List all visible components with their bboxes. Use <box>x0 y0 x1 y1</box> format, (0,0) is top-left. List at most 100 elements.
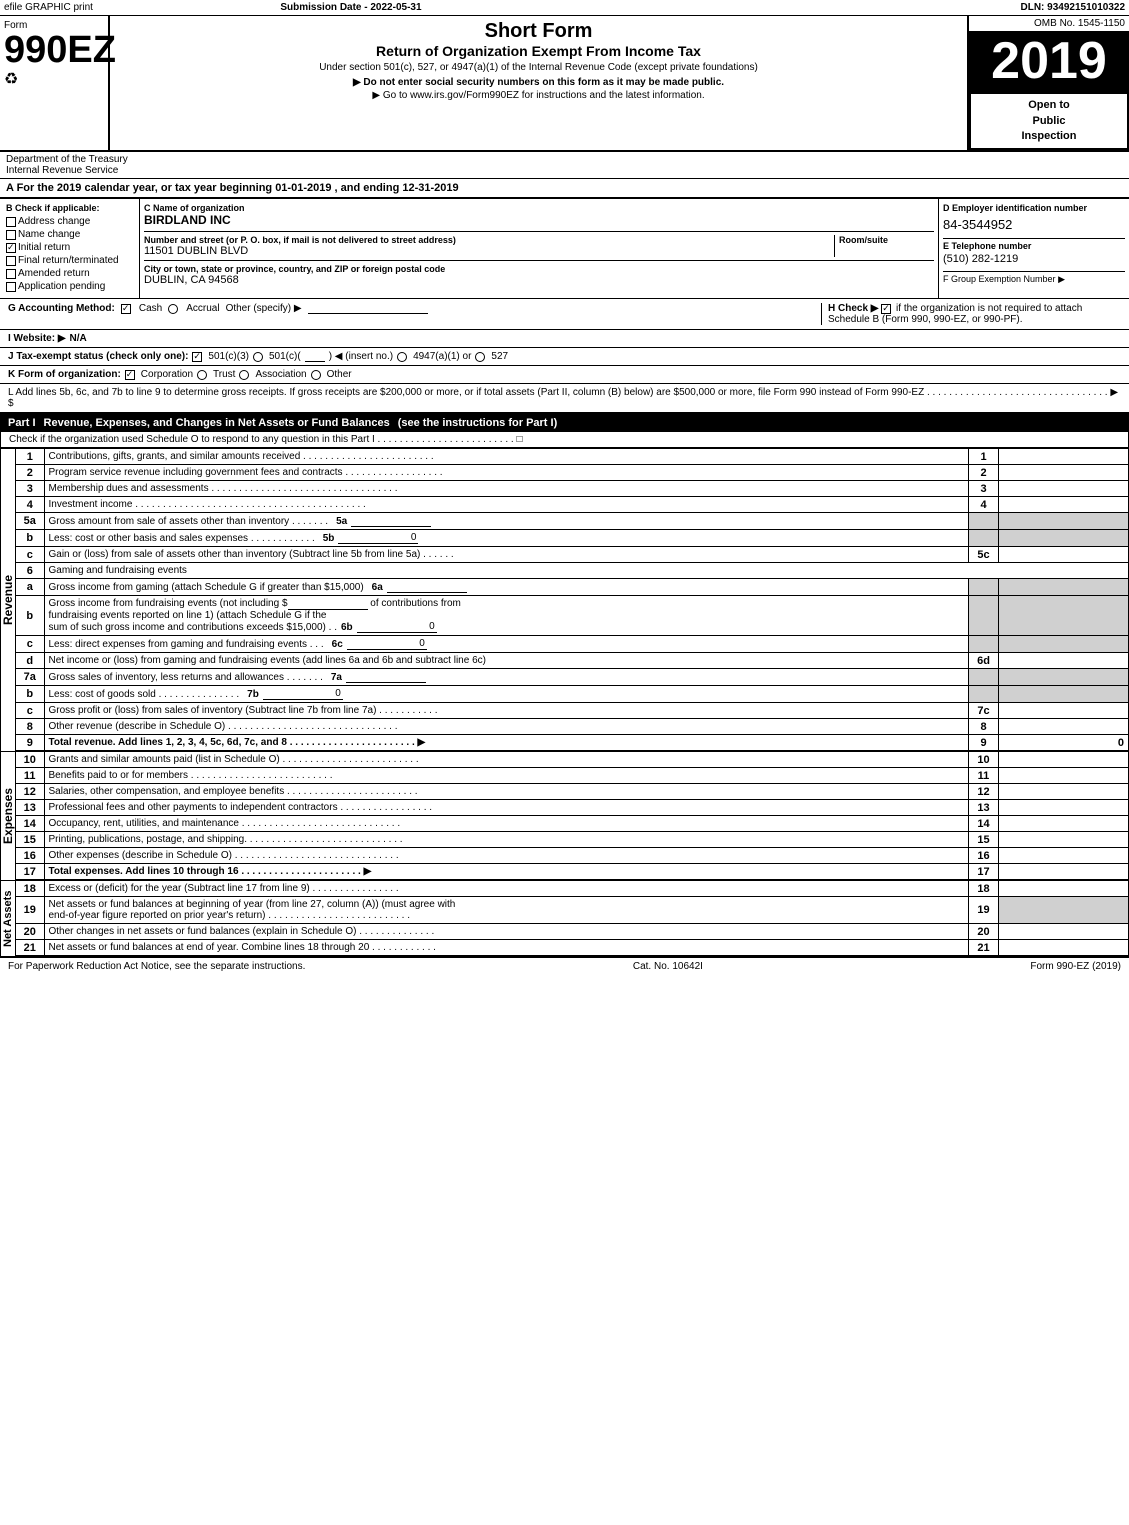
table-row: 16 Other expenses (describe in Schedule … <box>16 848 1129 864</box>
gross-receipts-row: L Add lines 5b, 6c, and 7b to line 9 to … <box>0 384 1129 414</box>
top-bar: efile GRAPHIC print Submission Date - 20… <box>0 0 1129 16</box>
initial-return-checkbox[interactable] <box>6 243 16 253</box>
value-9: 0 <box>999 735 1129 751</box>
accrual-checkbox[interactable] <box>168 304 178 314</box>
shaded-7a <box>969 669 999 686</box>
table-row: 12 Salaries, other compensation, and emp… <box>16 784 1129 800</box>
expenses-side-label: Expenses <box>0 751 16 880</box>
line-num-2: 2 <box>16 465 44 481</box>
table-row: b Less: cost of goods sold . . . . . . .… <box>16 686 1129 703</box>
paperwork-text: For Paperwork Reduction Act Notice, see … <box>8 961 305 972</box>
line-desc-7c: Gross profit or (loss) from sales of inv… <box>44 703 969 719</box>
org-info-col: C Name of organization BIRDLAND INC Numb… <box>140 199 939 298</box>
value-3 <box>999 481 1129 497</box>
net-assets-side-label: Net Assets <box>0 880 16 956</box>
line-num-5c: c <box>16 547 44 563</box>
501c-checkbox[interactable] <box>253 352 263 362</box>
corp-label: Corporation <box>141 369 193 380</box>
line-num-9: 9 <box>16 735 44 751</box>
value-5c <box>999 547 1129 563</box>
h-checkbox[interactable] <box>881 304 891 314</box>
i-label: I Website: ▶ <box>8 333 66 344</box>
line-num-right-9: 9 <box>969 735 999 751</box>
line-num-right-16: 16 <box>969 848 999 864</box>
city-label: City or town, state or province, country… <box>144 264 934 274</box>
table-row: 13 Professional fees and other payments … <box>16 800 1129 816</box>
initial-return-label: Initial return <box>18 242 70 253</box>
address-value: 11501 DUBLIN BLVD <box>144 245 834 257</box>
line-num-4: 4 <box>16 497 44 513</box>
net-assets-section: Net Assets 18 Excess or (deficit) for th… <box>0 880 1129 956</box>
cash-checkbox[interactable] <box>121 304 131 314</box>
address-label: Number and street (or P. O. box, if mail… <box>144 235 834 245</box>
application-pending-checkbox[interactable] <box>6 282 16 292</box>
group-exempt-section: F Group Exemption Number ▶ <box>943 271 1125 285</box>
form-id-block: Form 990EZ ♻ <box>0 16 110 150</box>
shaded-5a <box>969 513 999 530</box>
amended-return-label: Amended return <box>18 268 90 279</box>
table-row: 10 Grants and similar amounts paid (list… <box>16 752 1129 768</box>
4947-checkbox[interactable] <box>397 352 407 362</box>
value-7c <box>999 703 1129 719</box>
line-num-right-11: 11 <box>969 768 999 784</box>
line-num-right-19: 19 <box>969 897 999 924</box>
top-bar-submission: Submission Date - 2022-05-31 <box>93 2 609 13</box>
line-desc-19: Net assets or fund balances at beginning… <box>44 897 969 924</box>
value-shaded-7b <box>999 686 1129 703</box>
line-desc-16: Other expenses (describe in Schedule O) … <box>44 848 969 864</box>
501c-label: 501(c)( <box>269 351 301 362</box>
assoc-checkbox[interactable] <box>239 370 249 380</box>
d-label: D Employer identification number <box>943 203 1125 213</box>
table-row: 9 Total revenue. Add lines 1, 2, 3, 4, 5… <box>16 735 1129 751</box>
omb-number: OMB No. 1545-1150 <box>969 16 1129 31</box>
schedule-o-text: Check if the organization used Schedule … <box>9 434 523 445</box>
table-row: 14 Occupancy, rent, utilities, and maint… <box>16 816 1129 832</box>
line-num-right-8: 8 <box>969 719 999 735</box>
schedule-o-row: Check if the organization used Schedule … <box>0 432 1129 448</box>
net-assets-table: 18 Excess or (deficit) for the year (Sub… <box>16 880 1129 956</box>
527-label: 527 <box>491 351 508 362</box>
line-num-10: 10 <box>16 752 44 768</box>
line-desc-2: Program service revenue including govern… <box>44 465 969 481</box>
tax-year-row: A For the 2019 calendar year, or tax yea… <box>0 179 1129 199</box>
city-row: City or town, state or province, country… <box>144 264 934 286</box>
line-num-right-18: 18 <box>969 881 999 897</box>
recycle-icon: ♻ <box>4 69 18 89</box>
trust-checkbox[interactable] <box>197 370 207 380</box>
line-num-7c: c <box>16 703 44 719</box>
f-label: F Group Exemption Number ▶ <box>943 274 1125 285</box>
line-num-right-5c: 5c <box>969 547 999 563</box>
other-checkbox[interactable] <box>311 370 321 380</box>
form-ref: Form 990-EZ (2019) <box>1030 961 1121 972</box>
line-num-right-10: 10 <box>969 752 999 768</box>
g-label: G Accounting Method: <box>8 303 115 314</box>
table-row: 3 Membership dues and assessments . . . … <box>16 481 1129 497</box>
value-shaded-6b <box>999 596 1129 636</box>
line-num-8: 8 <box>16 719 44 735</box>
table-row: c Gross profit or (loss) from sales of i… <box>16 703 1129 719</box>
final-return-checkbox[interactable] <box>6 256 16 266</box>
corp-checkbox[interactable] <box>125 370 135 380</box>
name-change-checkbox[interactable] <box>6 230 16 240</box>
line-num-1: 1 <box>16 449 44 465</box>
line-num-13: 13 <box>16 800 44 816</box>
501c3-checkbox[interactable] <box>192 352 202 362</box>
line-desc-17: Total expenses. Add lines 10 through 16 … <box>44 864 969 880</box>
check-if-applicable-label: B Check if applicable: <box>6 203 133 213</box>
line-num-6a: a <box>16 579 44 596</box>
address-change-checkbox[interactable] <box>6 217 16 227</box>
application-pending-label: Application pending <box>18 281 105 292</box>
ein-number: 84-3544952 <box>943 217 1125 232</box>
amended-return-checkbox[interactable] <box>6 269 16 279</box>
table-row: 7a Gross sales of inventory, less return… <box>16 669 1129 686</box>
website-row: I Website: ▶ N/A <box>0 330 1129 348</box>
assoc-label: Association <box>255 369 306 380</box>
line-desc-1: Contributions, gifts, grants, and simila… <box>44 449 969 465</box>
line-desc-6a: Gross income from gaming (attach Schedul… <box>44 579 969 596</box>
527-checkbox[interactable] <box>475 352 485 362</box>
ein-col: D Employer identification number 84-3544… <box>939 199 1129 298</box>
501c-close: ) ◀ (insert no.) <box>329 351 393 362</box>
other-org-label: Other <box>327 369 352 380</box>
table-row: 20 Other changes in net assets or fund b… <box>16 924 1129 940</box>
checkbox-final-return: Final return/terminated <box>6 255 133 266</box>
